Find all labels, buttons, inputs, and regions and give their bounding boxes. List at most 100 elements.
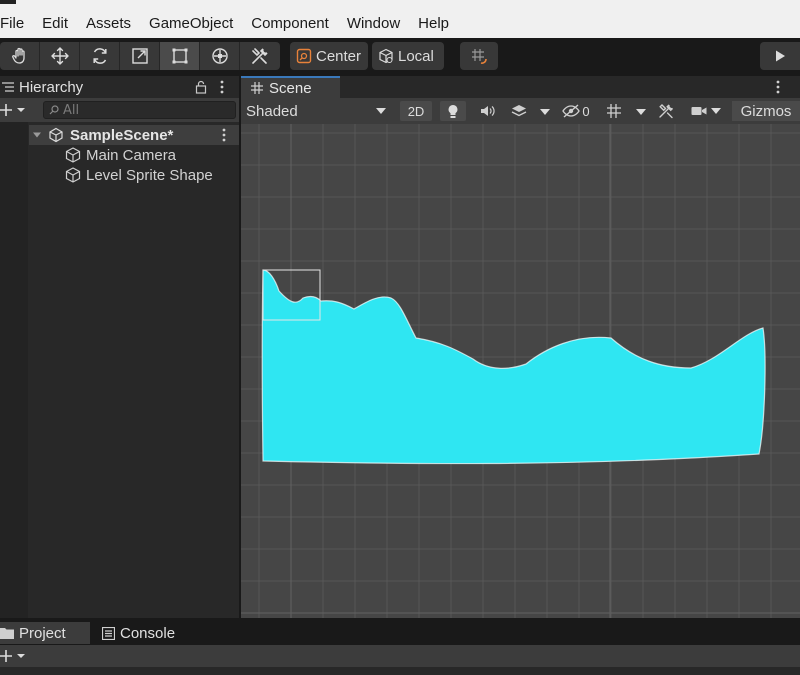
- lock-icon[interactable]: [195, 80, 207, 94]
- lighting-toggle[interactable]: [440, 101, 466, 121]
- transform-tools-group: [0, 42, 280, 70]
- console-icon: [102, 626, 115, 640]
- scene-panel: Scene Shaded 2D 0 Gizmos: [241, 76, 800, 618]
- pivot-space-toggle[interactable]: Local: [372, 42, 444, 70]
- menu-bar: File Edit Assets GameObject Component Wi…: [0, 10, 800, 38]
- pivot-center-toggle[interactable]: Center: [290, 42, 368, 70]
- local-cube-icon: [379, 48, 393, 64]
- main-toolbar: Center Local: [0, 38, 800, 74]
- hierarchy-gutter: [0, 122, 28, 618]
- rotate-icon: [92, 48, 107, 64]
- hidden-objects-toggle[interactable]: 0: [557, 101, 595, 121]
- gizmos-label: Gizmos: [740, 102, 792, 120]
- project-content: [0, 667, 800, 675]
- eye-hidden-icon: [562, 104, 581, 118]
- transform-tool-button[interactable]: [200, 42, 240, 70]
- menu-gameobject[interactable]: GameObject: [140, 10, 242, 38]
- layers-effects-icon: [511, 105, 527, 117]
- hierarchy-panel: Hierarchy All SampleScene* Main Camera L…: [0, 76, 239, 618]
- hierarchy-item-label: Level Sprite Shape: [86, 166, 213, 184]
- pivot-center-icon: [296, 48, 312, 64]
- move-arrows-icon: [50, 47, 69, 65]
- chevron-down-icon[interactable]: [32, 130, 42, 140]
- effects-toggle[interactable]: [506, 101, 532, 121]
- camera-icon: [691, 107, 707, 115]
- scene-root-row[interactable]: SampleScene*: [29, 125, 239, 145]
- hierarchy-toolbar: All: [0, 98, 239, 122]
- camera-settings-dropdown[interactable]: [687, 101, 725, 121]
- menu-window[interactable]: Window: [338, 10, 409, 38]
- search-icon: [49, 105, 59, 115]
- custom-tools-icon: [252, 48, 268, 64]
- tab-console[interactable]: Console: [102, 622, 192, 644]
- rect-tool-button[interactable]: [160, 42, 200, 70]
- hierarchy-item-main-camera[interactable]: Main Camera: [64, 145, 176, 165]
- lightbulb-icon: [448, 104, 458, 118]
- gizmos-dropdown[interactable]: Gizmos: [732, 101, 800, 121]
- custom-tool-button[interactable]: [240, 42, 280, 70]
- chevron-down-icon: [376, 108, 386, 114]
- hand-tool-button[interactable]: [0, 42, 40, 70]
- search-placeholder: All: [63, 102, 80, 118]
- grid-snap-icon: [472, 49, 487, 64]
- tab-project[interactable]: Project: [0, 622, 90, 644]
- play-icon: [776, 50, 785, 62]
- menu-component[interactable]: Component: [242, 10, 338, 38]
- unity-scene-icon: [49, 127, 63, 143]
- scene-tab-bar: Scene: [241, 76, 800, 98]
- scene-tab-label: Scene: [269, 79, 312, 97]
- gameobject-cube-icon: [65, 167, 81, 183]
- shading-mode-label: Shaded: [246, 102, 298, 120]
- add-dropdown-icon[interactable]: [0, 650, 30, 662]
- shading-mode-dropdown[interactable]: Shaded: [241, 100, 391, 122]
- hand-icon: [11, 47, 25, 64]
- speaker-icon: [481, 106, 495, 116]
- grid-dropdown-icon[interactable]: [636, 109, 646, 115]
- grid-visibility-toggle[interactable]: [601, 101, 627, 121]
- window-title-strip: [0, 0, 800, 10]
- audio-toggle[interactable]: [474, 101, 500, 121]
- bottom-panel: Project Console: [0, 620, 800, 675]
- hierarchy-list-icon: [2, 82, 14, 92]
- hierarchy-search-input[interactable]: All: [43, 101, 236, 119]
- pivot-center-label: Center: [316, 47, 362, 65]
- chevron-down-icon: [711, 108, 721, 114]
- scene-tools-toggle[interactable]: [653, 101, 679, 121]
- menu-help[interactable]: Help: [409, 10, 458, 38]
- tools-icon: [659, 104, 673, 119]
- grid-icon: [607, 104, 621, 118]
- scene-kebab-icon[interactable]: [221, 128, 227, 142]
- scene-toolbar: Shaded 2D 0 Gizmos: [241, 98, 800, 124]
- gameobject-cube-icon: [65, 147, 81, 163]
- play-button[interactable]: [760, 42, 800, 70]
- scene-kebab-icon[interactable]: [775, 80, 781, 94]
- folder-icon: [0, 628, 14, 639]
- hierarchy-header: Hierarchy: [0, 76, 239, 98]
- move-tool-button[interactable]: [40, 42, 80, 70]
- scene-name: SampleScene*: [70, 126, 174, 144]
- toggle-2d-label: 2D: [407, 103, 425, 119]
- scene-canvas[interactable]: [241, 124, 800, 618]
- menu-edit[interactable]: Edit: [33, 10, 77, 38]
- rotate-tool-button[interactable]: [80, 42, 120, 70]
- unity-logo-icon: [0, 0, 16, 4]
- level-sprite-shape[interactable]: [261, 269, 766, 465]
- hierarchy-item-label: Main Camera: [86, 146, 177, 164]
- scale-tool-button[interactable]: [120, 42, 160, 70]
- menu-assets[interactable]: Assets: [77, 10, 140, 38]
- kebab-menu-icon[interactable]: [219, 80, 225, 94]
- scene-grid-icon: [251, 82, 263, 94]
- hidden-count: 0: [582, 103, 590, 119]
- hierarchy-item-level-sprite-shape[interactable]: Level Sprite Shape: [64, 165, 213, 185]
- tab-scene[interactable]: Scene: [241, 76, 340, 98]
- effects-dropdown-icon[interactable]: [540, 109, 550, 115]
- scale-icon: [131, 48, 148, 64]
- add-dropdown-icon[interactable]: [0, 104, 30, 116]
- snap-grid-button[interactable]: [460, 42, 498, 70]
- project-toolbar: [0, 645, 800, 667]
- toggle-2d-button[interactable]: 2D: [400, 101, 432, 121]
- menu-file[interactable]: File: [0, 10, 33, 38]
- transform-icon: [211, 48, 228, 64]
- pivot-space-label: Local: [398, 47, 434, 65]
- scene-viewport[interactable]: [241, 124, 800, 618]
